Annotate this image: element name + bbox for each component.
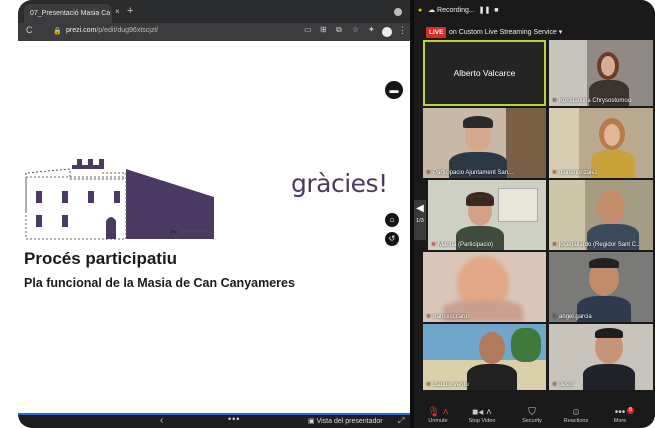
screen-frame: 07_Presentació Masia Ca × + C 🔒 prezi.co… bbox=[18, 0, 655, 428]
comment-icon[interactable]: ▬ bbox=[385, 81, 403, 99]
star-icon[interactable]: ☆ bbox=[352, 25, 359, 34]
pause-record-icon[interactable]: ❚❚ bbox=[479, 7, 491, 14]
previous-button[interactable]: ‹ bbox=[160, 415, 163, 426]
prezi-slide: ✂ gràcies! Procés participatiu Pla funci… bbox=[18, 41, 410, 428]
shield-icon: ⛉ bbox=[528, 407, 536, 418]
browser-tab[interactable]: 07_Presentació Masia Ca bbox=[24, 4, 112, 23]
participant-tile[interactable]: ✕ angel.garcia bbox=[549, 252, 653, 322]
browser-window: 07_Presentació Masia Ca × + C 🔒 prezi.co… bbox=[18, 0, 410, 428]
muted-mic-icon: ✕ bbox=[426, 170, 432, 176]
close-tab-icon[interactable]: × bbox=[115, 7, 120, 16]
chevron-left-icon: ◀ bbox=[416, 203, 424, 214]
participant-tile[interactable]: ✕ Participacio Ajuntament San... bbox=[423, 108, 546, 178]
participant-tile[interactable]: ✕ francesccarol bbox=[423, 252, 546, 322]
muted-mic-icon: ✕ bbox=[552, 98, 558, 104]
muted-mic-icon: ✕ bbox=[552, 170, 558, 176]
participant-name: ✕ Participacio Ajuntament San... bbox=[426, 170, 514, 176]
participant-tile[interactable]: ✕ dianagonzalez bbox=[549, 108, 653, 178]
muted-mic-icon: ✕ bbox=[552, 382, 558, 388]
muted-mic-icon: ✕ bbox=[552, 314, 558, 320]
masia-building-illustration: ✂ bbox=[25, 159, 214, 240]
slide-title: Procés participatiu bbox=[24, 249, 178, 268]
security-button[interactable]: ⛉ Security bbox=[512, 407, 552, 424]
muted-mic-icon: ✕ bbox=[552, 242, 558, 248]
video-camera-icon: ■◂ ˄ bbox=[472, 407, 492, 418]
page-indicator: 1/3 bbox=[416, 218, 424, 224]
more-button[interactable]: ••• 8 More bbox=[600, 407, 640, 424]
fullscreen-icon[interactable]: ⤢ bbox=[398, 416, 404, 426]
participant-tile[interactable]: ✕ Konstantina Chrysostomou bbox=[549, 40, 653, 106]
muted-mic-icon: ✕ bbox=[431, 242, 437, 248]
participant-name: ✕ Konstantina Chrysostomou bbox=[552, 98, 632, 104]
cast-icon[interactable]: ▭ bbox=[304, 25, 312, 34]
progress-line bbox=[18, 413, 410, 415]
lock-icon: 🔒 bbox=[53, 28, 62, 35]
participant-name: ✕ Marina (Participació) bbox=[431, 242, 494, 248]
tab-bar: 07_Presentació Masia Ca × + bbox=[18, 0, 410, 23]
presenter-icon: ▣ bbox=[308, 418, 317, 425]
grid-icon[interactable]: ⊞ bbox=[320, 25, 327, 34]
presenter-view-button[interactable]: ▣ Vista del presentador bbox=[308, 417, 383, 425]
ellipsis-icon: ••• bbox=[614, 407, 626, 418]
reactions-button[interactable]: ☺ Reactions bbox=[556, 407, 596, 424]
notification-badge: 8 bbox=[627, 407, 634, 414]
profile-avatar[interactable] bbox=[382, 27, 392, 37]
live-streaming-status[interactable]: on Custom Live Streaming Service ▾ bbox=[449, 27, 562, 38]
menu-kebab-icon[interactable]: ⋮ bbox=[398, 25, 407, 36]
unmute-button[interactable]: 🎙︎ ˄ Unmute bbox=[418, 407, 458, 424]
live-badge: LIVE bbox=[426, 27, 447, 38]
more-options-button[interactable]: ••• bbox=[228, 414, 240, 424]
muted-mic-icon: ✕ bbox=[426, 382, 432, 388]
svg-text:✂: ✂ bbox=[170, 228, 178, 238]
stop-record-icon[interactable]: ■ bbox=[494, 7, 498, 14]
zoom-out-icon[interactable]: ↺ bbox=[385, 232, 399, 246]
cloud-record-icon: ☁ bbox=[428, 7, 436, 14]
participant-name: ✕ francesccarol bbox=[426, 314, 469, 320]
participant-name: ✕ angel.garcia bbox=[552, 314, 592, 320]
participant-name: ✕ Jesús bbox=[552, 382, 575, 388]
puzzle-icon[interactable]: ✦ bbox=[368, 25, 375, 34]
reload-icon[interactable]: C bbox=[26, 25, 33, 35]
extension-icon[interactable]: ⧉ bbox=[336, 25, 342, 35]
smiley-icon: ☺ bbox=[570, 407, 582, 418]
muted-mic-icon: 🎙︎ ˄ bbox=[427, 407, 449, 418]
url-text[interactable]: prezi.com/p/edit/dug96xtscjzt/ bbox=[66, 27, 158, 34]
zoom-top-strip: ● ☁ Recording... ❚❚ ■ bbox=[418, 6, 499, 20]
participant-tile[interactable]: ✕ claudio verdu bbox=[423, 324, 546, 390]
address-bar[interactable]: C 🔒 prezi.com/p/edit/dug96xtscjzt/ ▭ ⊞ ⧉… bbox=[18, 23, 410, 41]
new-tab-button[interactable]: + bbox=[127, 5, 133, 17]
participant-tile[interactable]: ✕ Jesús bbox=[549, 324, 653, 390]
zoom-toolbar: 🎙︎ ˄ Unmute ■◂ ˄ Stop Video ⛉ Security ☺… bbox=[418, 404, 655, 428]
participant-name: ✕ dianagonzalez bbox=[552, 170, 598, 176]
home-icon[interactable]: ⌂ bbox=[385, 213, 399, 227]
stop-video-button[interactable]: ■◂ ˄ Stop Video bbox=[462, 407, 502, 424]
recording-status: Recording... bbox=[437, 7, 475, 14]
participant-name: ✕ claudio verdu bbox=[426, 382, 469, 388]
participant-tile[interactable]: ✕ josegallardo (Regidor Sant C... bbox=[549, 180, 653, 250]
gallery-prev-page-button[interactable]: ◀ 1/3 bbox=[414, 200, 426, 240]
participant-tile[interactable]: Alberto Valcarce bbox=[423, 40, 546, 106]
slide-subtitle: Pla funcional de la Masia de Can Canyame… bbox=[24, 276, 295, 290]
participant-tile[interactable]: ✕ Marina (Participació) bbox=[428, 180, 546, 250]
prezi-navigation-bar: ‹ ••• ▣ Vista del presentador ⤢ bbox=[18, 413, 410, 428]
participant-name: Alberto Valcarce bbox=[453, 68, 516, 78]
gracies-text: gràcies! bbox=[291, 169, 388, 198]
participant-name: ✕ josegallardo (Regidor Sant C... bbox=[552, 242, 642, 248]
security-shield-icon: ● bbox=[418, 7, 423, 14]
window-control-icon[interactable] bbox=[394, 8, 402, 16]
muted-mic-icon: ✕ bbox=[426, 314, 432, 320]
